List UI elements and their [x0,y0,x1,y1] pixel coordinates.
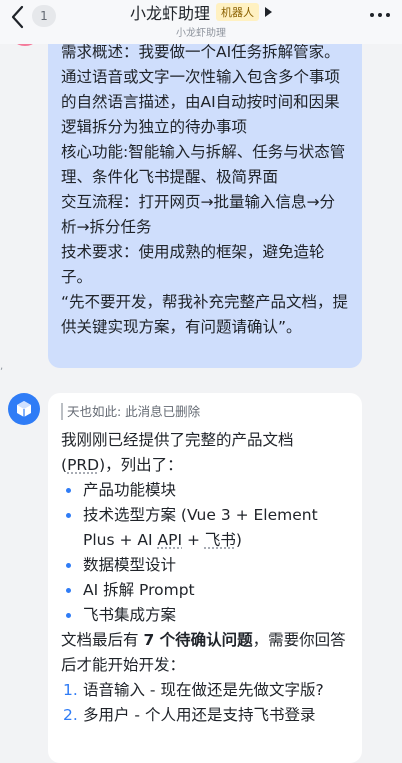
message-line: 核心功能:智能输入与拆解、任务与状态管理、条件化飞书提醒、极简界面 [61,143,346,186]
list-item: 2. 多用户 - 个人用还是支持飞书登录 [61,703,350,728]
message-line: “先不要开发，帮我补充完整产品文档，提供关键实现方案，有问题请确认”。 [61,293,349,336]
bot-avatar[interactable] [8,393,40,425]
summary-text: 文档最后有 [61,631,144,649]
bot-intro: 我刚刚已经提供了完整的产品文档(PRD)，列出了： [61,428,350,478]
bot-badge: 机器人 [216,3,259,21]
intro-text: )，列出了： [99,456,183,474]
user-message-bubble[interactable]: 需求概述：我要做一个AI任务拆解管家。通过语音或文字一次性输入包含多个事项的自然… [48,28,362,368]
chat-subtitle: 小龙虾助理 [176,28,226,39]
list-item-text: 多用户 - 个人用还是支持飞书登录 [83,706,316,724]
list-item-text: + [182,531,205,549]
feature-bullet-list: 产品功能模块 技术选型方案 (Vue 3 + Element Plus + AI… [61,478,350,628]
bullet-dot-icon [66,513,71,518]
message-line: 技术要求：使用成熟的框架，避免造轮子。 [61,243,325,286]
list-number: 1. [63,681,78,699]
list-item: AI 拆解 Prompt [61,578,350,603]
chat-title[interactable]: 小龙虾助理 [130,0,210,24]
bullet-dot-icon [66,488,71,493]
play-triangle-icon[interactable] [265,7,272,17]
question-list: 1. 语音输入 - 现在做还是先做文字版? 2. 多用户 - 个人用还是支持飞书登录 [61,678,350,728]
list-item: 飞书集成方案 [61,603,350,628]
message-line: 交互流程：打开网页→批量输入信息→分析→拆分任务 [61,193,335,236]
list-item-text: 飞书集成方案 [83,606,177,624]
chat-title-row[interactable]: 小龙虾助理 机器人 [0,0,402,24]
summary-bold: 7 个待确认问题 [143,631,253,649]
prd-link[interactable]: PRD [67,456,99,474]
bullet-dot-icon [66,613,71,618]
bullet-dot-icon [66,563,71,568]
list-item: 技术选型方案 (Vue 3 + Element Plus + AI API + … [61,503,350,553]
list-item: 1. 语音输入 - 现在做还是先做文字版? [61,678,350,703]
list-item-text: 语音输入 - 现在做还是先做文字版? [83,681,324,699]
bullet-dot-icon [66,588,71,593]
api-link[interactable]: API [158,531,183,549]
chat-header: 1 小龙虾助理 机器人 小龙虾助理 [0,0,402,44]
list-item-text: 产品功能模块 [83,481,177,499]
bot-cube-icon [17,401,31,417]
bot-summary: 文档最后有 7 个待确认问题，需要你回答后才能开始开发： [61,628,350,678]
feishu-link[interactable]: 飞书 [205,531,236,549]
list-number: 2. [63,706,78,724]
bot-message-bubble[interactable]: 天也如此: 此消息已删除 我刚刚已经提供了完整的产品文档(PRD)，列出了： 产… [48,393,362,763]
list-item-text: AI 拆解 Prompt [83,581,195,599]
message-line: 需求概述：我要做一个AI任务拆解管家。通过语音或文字一次性输入包含多个事项的自然… [61,43,341,136]
list-item: 数据模型设计 [61,553,350,578]
list-item-text: 数据模型设计 [83,556,177,574]
list-item: 产品功能模块 [61,478,350,503]
quoted-reply[interactable]: 天也如此: 此消息已删除 [61,403,350,420]
edge-mark: , [0,361,4,372]
list-item-text: ) [235,531,242,549]
more-icon[interactable] [368,8,392,22]
